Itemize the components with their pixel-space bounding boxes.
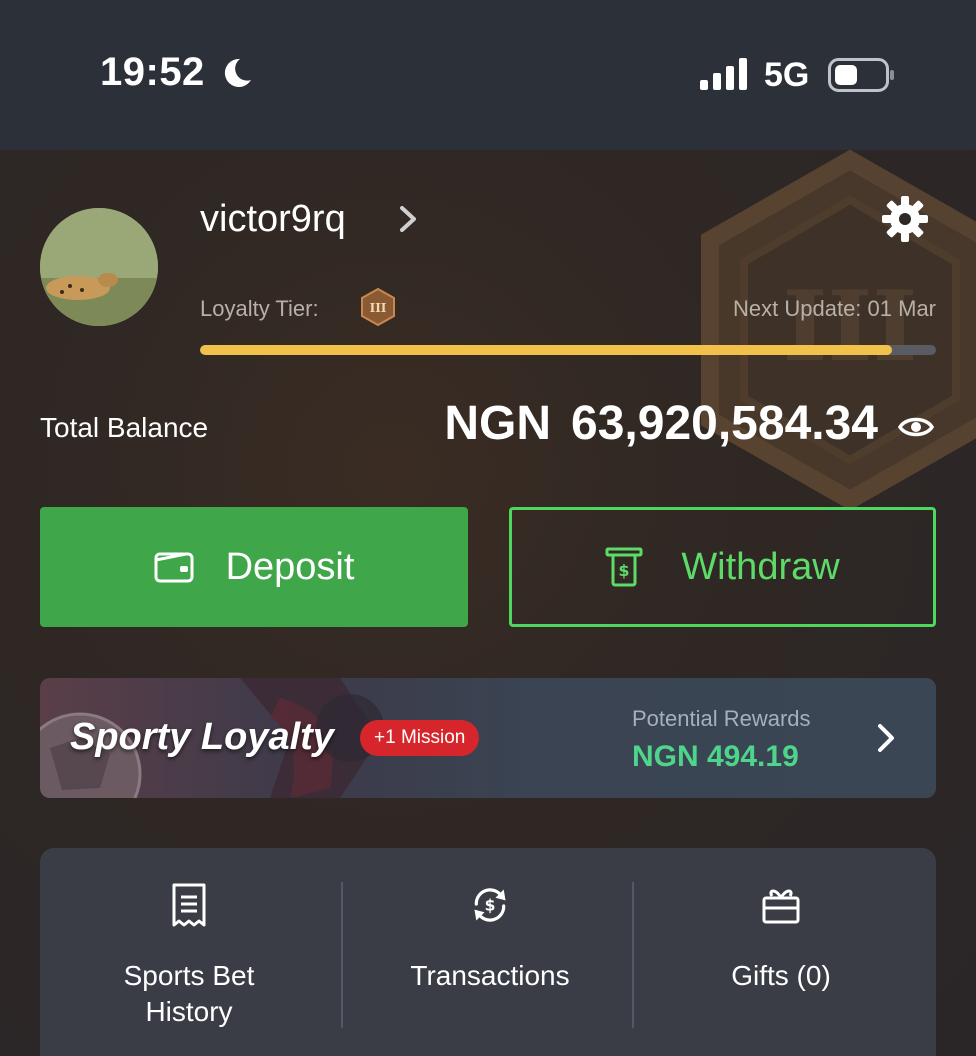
wallet-icon <box>154 552 194 583</box>
loyalty-title: Sporty Loyalty <box>70 716 334 758</box>
sports-bet-history-label-2: History <box>145 996 233 1027</box>
next-update-label: Next Update: 01 Mar <box>733 296 936 321</box>
sports-bet-history-link[interactable]: Sports Bet History <box>40 848 338 1056</box>
tier-progress-fill <box>200 345 892 355</box>
svg-text:$: $ <box>619 561 630 580</box>
total-balance-label: Total Balance <box>40 412 209 443</box>
deposit-label: Deposit <box>225 545 355 588</box>
deposit-button[interactable]: Deposit <box>40 507 468 627</box>
gifts-link[interactable]: Gifts (0) <box>632 848 930 1056</box>
cheetah-image <box>40 208 158 326</box>
username[interactable]: victor9rq <box>200 198 346 241</box>
network-label: 5G <box>764 56 810 94</box>
withdraw-label: Withdraw <box>681 545 840 588</box>
potential-rewards-label: Potential Rewards <box>632 706 811 731</box>
cash-withdraw-icon: $ <box>605 547 643 587</box>
account-panel: III victor9rq Loyalty Tier: III Next Upd… <box>0 150 976 1056</box>
withdraw-button[interactable]: $ Withdraw <box>509 507 936 627</box>
eye-icon[interactable] <box>898 412 934 442</box>
total-balance-value: NGN 63,920,584.34 <box>444 396 878 451</box>
gift-icon <box>762 889 800 924</box>
avatar[interactable] <box>40 208 158 326</box>
signal-icon <box>700 58 747 90</box>
gear-icon[interactable] <box>880 194 930 244</box>
receipt-icon <box>172 883 206 927</box>
status-time: 19:52 <box>100 50 205 94</box>
potential-rewards-value: NGN 494.19 <box>632 740 799 773</box>
chevron-right-icon[interactable] <box>396 204 420 234</box>
gifts-label: Gifts (0) <box>731 960 831 991</box>
exchange-icon: $ <box>474 888 506 922</box>
svg-text:$: $ <box>485 896 496 914</box>
mission-badge: +1 Mission <box>360 720 480 756</box>
transactions-link[interactable]: $ Transactions <box>341 848 639 1056</box>
status-bar: 19:52 5G <box>0 0 976 150</box>
chevron-right-icon <box>878 724 894 752</box>
transactions-label: Transactions <box>410 960 570 991</box>
battery-icon <box>828 58 894 92</box>
tier-progress-bar <box>200 345 936 355</box>
sporty-loyalty-banner[interactable]: Sporty Loyalty +1 Mission Potential Rewa… <box>40 678 936 798</box>
balance-currency: NGN <box>444 397 552 450</box>
loyalty-tier-label: Loyalty Tier: <box>200 296 319 321</box>
sports-bet-history-label-1: Sports Bet <box>123 960 255 991</box>
svg-text:III: III <box>783 270 918 383</box>
moon-icon <box>224 58 251 87</box>
tier-badge-text: III <box>370 301 387 315</box>
quick-links-panel: Sports Bet History $ Transactions Gifts … <box>40 848 936 1056</box>
balance-amount: 63,920,584.34 <box>571 397 878 450</box>
tier-badge-icon[interactable]: III <box>360 288 396 326</box>
